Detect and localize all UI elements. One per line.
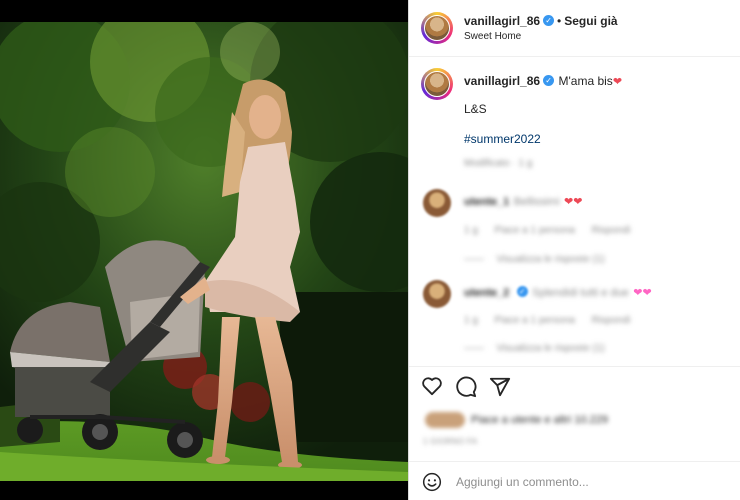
- comment-meta: 1 g Piace a 1 persona Rispondi: [464, 310, 630, 328]
- post-side-panel: vanillagirl_86 ✓ • Segui già Sweet Home van…: [408, 0, 740, 500]
- caption-line-2: L&S: [464, 102, 487, 116]
- add-comment-bar: Aggiungi un commento...: [409, 461, 740, 500]
- smiley-icon[interactable]: [422, 472, 442, 497]
- comment-avatar[interactable]: [423, 189, 451, 217]
- comment-line: utente_2 ✓ Splendidi tutti e due ❤❤: [464, 283, 652, 301]
- reply-button[interactable]: Rispondi: [591, 315, 630, 326]
- comment-input[interactable]: Aggiungi un commento...: [456, 475, 589, 489]
- caption-line: vanillagirl_86 ✓ M'ama bis❤: [464, 72, 622, 90]
- view-replies[interactable]: —— Visualizza le risposte (1): [464, 338, 605, 356]
- likes-count[interactable]: Piace a utente e altri 10.229: [471, 414, 608, 426]
- verified-badge-icon: ✓: [543, 75, 555, 87]
- replies-line-icon: ——: [464, 254, 484, 265]
- replies-line-icon: ——: [464, 343, 484, 354]
- verified-badge-icon: ✓: [543, 15, 555, 27]
- comment-likes[interactable]: Piace a 1 persona: [494, 225, 575, 236]
- caption-time: Modificato · 1 g: [464, 158, 533, 169]
- view-replies-label[interactable]: Visualizza le risposte (1): [496, 343, 604, 354]
- comment-time: 1 g: [464, 225, 478, 236]
- ribbon-emoji-icon: ❤: [612, 76, 623, 88]
- author-avatar[interactable]: [421, 12, 453, 44]
- author-username[interactable]: vanillagirl_86: [464, 14, 540, 28]
- media-top-bar: [0, 0, 408, 22]
- verified-badge-icon: ✓: [516, 286, 528, 298]
- comment-text: Splendidi tutti e due: [532, 287, 629, 299]
- caption-author-avatar[interactable]: [421, 68, 453, 100]
- caption-hashtag[interactable]: #summer2022: [464, 132, 541, 146]
- post-header: vanillagirl_86 ✓ • Segui già Sweet Home: [409, 0, 740, 57]
- comment-username[interactable]: utente_2: [464, 287, 509, 299]
- comment-meta: 1 g Piace a 1 persona Rispondi: [464, 220, 630, 238]
- post-location[interactable]: Sweet Home: [464, 31, 521, 42]
- caption-text: M'ama bis: [558, 74, 613, 88]
- comment-line: utente_1 Bellissimi ❤❤: [464, 192, 582, 210]
- media-bottom-bar: [0, 481, 408, 500]
- comment-time: 1 g: [464, 315, 478, 326]
- heart-emoji-icon: ❤❤: [564, 196, 583, 208]
- likers-avatars[interactable]: [425, 412, 465, 428]
- paper-plane-icon[interactable]: [489, 376, 511, 403]
- header-line: vanillagirl_86 ✓ • Segui già: [464, 12, 618, 30]
- speech-bubble-icon[interactable]: [455, 376, 477, 403]
- post-media: [0, 0, 408, 500]
- post-timestamp[interactable]: 1 GIORNO FA: [423, 437, 477, 446]
- comment-text: Bellissimi: [513, 196, 560, 208]
- comment-username[interactable]: utente_1: [464, 196, 509, 208]
- instagram-post-modal: vanillagirl_86 ✓ • Segui già Sweet Home van…: [0, 0, 740, 500]
- reply-button[interactable]: Rispondi: [591, 225, 630, 236]
- post-actions: Piace a utente e altri 10.229 1 GIORNO F…: [409, 366, 740, 458]
- heart-outline-icon[interactable]: [421, 376, 443, 401]
- post-photo[interactable]: [0, 22, 408, 481]
- view-replies[interactable]: —— Visualizza le risposte (1): [464, 249, 605, 267]
- comment-avatar[interactable]: [423, 280, 451, 308]
- heart-emoji-icon: ❤❤: [633, 287, 652, 299]
- caption-username[interactable]: vanillagirl_86: [464, 74, 540, 88]
- separator-dot: •: [557, 14, 562, 28]
- view-replies-label[interactable]: Visualizza le risposte (1): [496, 254, 604, 265]
- comment-likes[interactable]: Piace a 1 persona: [494, 315, 575, 326]
- following-button[interactable]: Segui già: [564, 14, 617, 28]
